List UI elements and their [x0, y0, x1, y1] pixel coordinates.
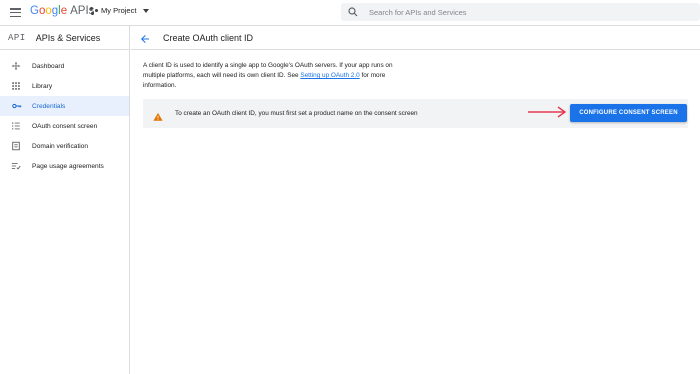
sidebar: API APIs & Services Dashboard Library Cr… [0, 26, 130, 374]
red-arrow-annotation [528, 106, 567, 118]
project-selector[interactable]: My Project [90, 6, 150, 15]
top-bar: Google APIs My Project [0, 0, 700, 26]
domain-icon [10, 140, 22, 152]
sidebar-item-page-usage[interactable]: Page usage agreements [0, 156, 129, 176]
back-arrow-icon[interactable] [139, 32, 151, 44]
sidebar-item-library[interactable]: Library [0, 76, 129, 96]
sidebar-header: API APIs & Services [0, 26, 129, 50]
setting-up-oauth-link[interactable]: Setting up OAuth 2.0 [300, 72, 359, 79]
warning-icon [153, 109, 163, 121]
main-content: Create OAuth client ID A client ID is us… [131, 26, 700, 374]
sidebar-item-label: Dashboard [32, 62, 65, 70]
chevron-down-icon [143, 8, 150, 13]
sidebar-item-domain-verification[interactable]: Domain verification [0, 136, 129, 156]
sidebar-item-label: Credentials [32, 102, 66, 110]
sidebar-item-label: Domain verification [32, 142, 89, 150]
search-icon [347, 5, 361, 19]
sidebar-nav: Dashboard Library Credentials OAuth cons… [0, 56, 129, 176]
search-input[interactable] [369, 7, 669, 17]
key-icon [10, 100, 22, 112]
agreements-icon [10, 160, 22, 172]
project-name: My Project [101, 6, 137, 15]
sidebar-title: APIs & Services [35, 32, 101, 43]
sidebar-item-oauth-consent[interactable]: OAuth consent screen [0, 116, 129, 136]
sidebar-item-label: OAuth consent screen [32, 122, 98, 130]
project-icon [90, 6, 98, 15]
sidebar-item-dashboard[interactable]: Dashboard [0, 56, 129, 76]
page-header: Create OAuth client ID [131, 26, 700, 50]
sidebar-item-credentials[interactable]: Credentials [0, 96, 129, 116]
dashboard-icon [10, 60, 22, 72]
library-icon [10, 80, 22, 92]
search-bar[interactable] [341, 3, 700, 21]
notice-text: To create an OAuth client ID, you must f… [175, 110, 418, 117]
sidebar-item-label: Library [32, 82, 53, 90]
menu-icon[interactable] [10, 8, 21, 18]
sidebar-item-label: Page usage agreements [32, 162, 104, 170]
page-title: Create OAuth client ID [163, 32, 254, 43]
api-icon: API [8, 32, 26, 43]
google-apis-logo[interactable]: Google APIs [30, 5, 94, 17]
configure-consent-screen-button[interactable]: CONFIGURE CONSENT SCREEN [570, 104, 687, 122]
consent-icon [10, 120, 22, 132]
description-text: A client ID is used to identify a single… [143, 62, 393, 89]
